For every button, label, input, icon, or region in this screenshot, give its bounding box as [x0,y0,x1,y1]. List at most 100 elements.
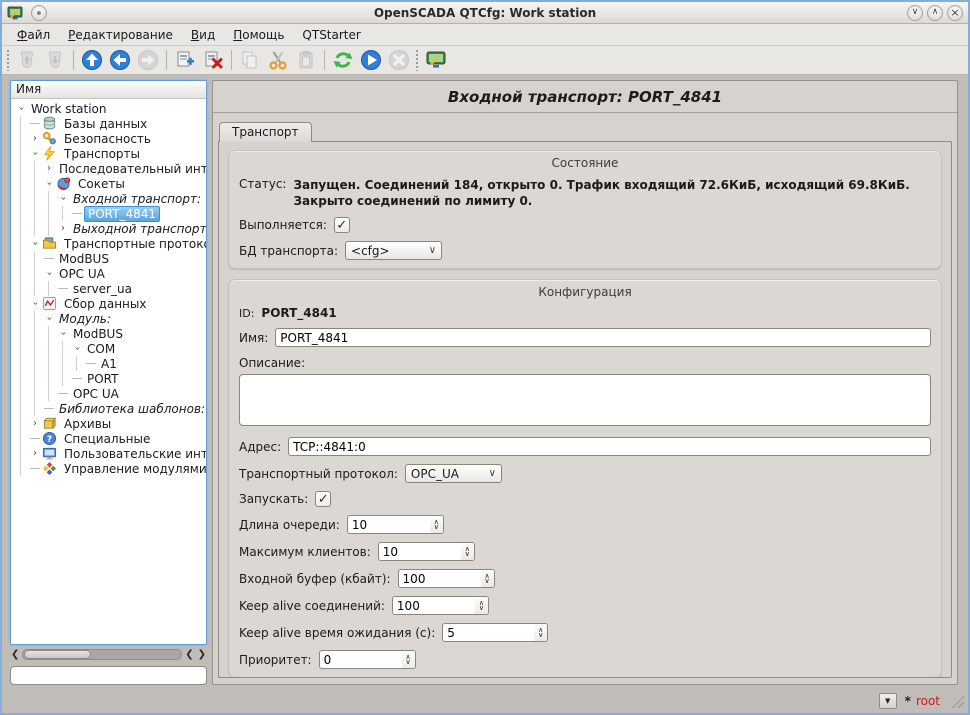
start-checkbox[interactable]: ✓ [315,491,331,507]
add-item-button[interactable] [171,47,199,73]
priority-spinbox[interactable]: ∧∨ [319,650,416,669]
tree-item-output-transport[interactable]: ›Выходной транспорт: [14,221,206,236]
menu-edit[interactable]: Редактирование [59,26,182,44]
menu-help[interactable]: Помощь [224,26,293,44]
expander-icon[interactable]: › [56,221,70,236]
spinner-arrows-icon[interactable]: ∧∨ [461,543,474,560]
expander-icon[interactable]: › [28,446,42,461]
tree-item-modbus-proto[interactable]: ModBUS [14,251,206,266]
input-buffer-spinbox[interactable]: ∧∨ [398,569,495,588]
refresh-button[interactable] [329,47,357,73]
priority-input[interactable] [320,651,402,668]
stop-button[interactable] [385,47,413,73]
tree-item-server-ua[interactable]: server_ua [14,281,206,296]
expander-icon[interactable]: › [42,312,57,326]
tree-search-input[interactable] [10,666,207,685]
save-button[interactable] [41,47,69,73]
tab-transport[interactable]: Транспорт [219,122,312,142]
expander-icon[interactable]: › [56,327,71,341]
tree-item-com[interactable]: ›COM [14,341,206,356]
keepalive-count-spinbox[interactable]: ∧∨ [392,596,489,615]
tree-item-workstation[interactable]: ›Work station [14,101,206,116]
scroll-left-icon[interactable]: ❮ [10,650,20,660]
window-menu-button[interactable] [31,5,47,21]
menu-qtstarter[interactable]: QTStarter [293,26,369,44]
tree-item-daq[interactable]: ›Сбор данных [14,296,206,311]
tree-item-archives[interactable]: ›Архивы [14,416,206,431]
tree-item-port-4841[interactable]: PORT_4841 [14,206,206,221]
running-checkbox[interactable]: ✓ [334,217,350,233]
scroll-left-icon[interactable]: ❮ [184,650,194,660]
scrollbar-track[interactable] [22,649,182,660]
expander-icon[interactable]: › [42,177,57,191]
input-buffer-input[interactable] [399,570,481,587]
name-input[interactable] [275,328,931,347]
tree-item-opcua-daq[interactable]: OPC UA [14,386,206,401]
tree-item-template-lib[interactable]: Библиотека шаблонов: [14,401,206,416]
keepalive-count-input[interactable] [393,597,475,614]
keepalive-timeout-input[interactable] [443,624,534,641]
queue-length-spinbox[interactable]: ∧∨ [347,515,444,534]
resize-grip[interactable] [950,694,964,708]
close-button[interactable]: × [947,5,963,21]
forward-button[interactable] [134,47,162,73]
qtstarter-button[interactable] [422,47,450,73]
spinner-arrows-icon[interactable]: ∧∨ [430,516,443,533]
user-drop-button[interactable]: ▼ [879,693,897,709]
description-textarea[interactable] [239,374,931,426]
tree-item-databases[interactable]: Базы данных [14,116,206,131]
tree-item-user-interfaces[interactable]: ›Пользовательские интерф [14,446,206,461]
tree-item-module[interactable]: ›Модуль: [14,311,206,326]
address-input[interactable] [288,437,931,456]
tree-item-input-transport[interactable]: ›Входной транспорт: [14,191,206,206]
transport-db-combobox[interactable]: <cfg> ∨ [345,241,442,260]
tree-item-transports[interactable]: ›Транспорты [14,146,206,161]
spinner-arrows-icon[interactable]: ∧∨ [534,624,547,641]
cut-button[interactable] [264,47,292,73]
tree-item-modbus-daq[interactable]: ›ModBUS [14,326,206,341]
tree-header[interactable]: Имя [11,81,206,99]
expander-icon[interactable]: › [28,297,43,311]
tree-item-protocols[interactable]: ›Транспортные протоколы [14,236,206,251]
tree-item-special[interactable]: ?Специальные [14,431,206,446]
expander-icon[interactable]: › [14,102,29,116]
max-clients-input[interactable] [379,543,461,560]
tree-item-security[interactable]: ›Безопасность [14,131,206,146]
menu-view[interactable]: Вид [182,26,224,44]
expander-icon[interactable]: › [70,342,85,356]
load-button[interactable] [13,47,41,73]
toolbar-handle[interactable] [6,49,11,71]
copy-button[interactable] [236,47,264,73]
scrollbar-thumb[interactable] [24,650,90,659]
expander-icon[interactable]: › [56,192,71,206]
expander-icon[interactable]: › [28,147,43,161]
up-button[interactable] [78,47,106,73]
keepalive-timeout-spinbox[interactable]: ∧∨ [442,623,548,642]
max-clients-spinbox[interactable]: ∧∨ [378,542,475,561]
expander-icon[interactable]: › [42,267,57,281]
expander-icon[interactable]: › [28,416,42,431]
tree-item-port[interactable]: PORT [14,371,206,386]
toolbar-handle[interactable] [415,49,420,71]
spinner-arrows-icon[interactable]: ∧∨ [475,597,488,614]
maximize-button[interactable]: ∧ [927,5,943,21]
start-button[interactable] [357,47,385,73]
expander-icon[interactable]: › [28,237,43,251]
delete-item-button[interactable] [199,47,227,73]
scroll-right-icon[interactable]: ❯ [197,650,207,660]
tree-item-module-management[interactable]: Управление модулями [14,461,206,476]
minimize-button[interactable]: ∨ [907,5,923,21]
tree-item-opcua-proto[interactable]: ›OPC UA [14,266,206,281]
menu-file[interactable]: Файл [8,26,59,44]
spinner-arrows-icon[interactable]: ∧∨ [402,651,415,668]
tree-item-a1[interactable]: A1 [14,356,206,371]
expander-icon[interactable]: › [28,131,42,146]
protocol-combobox[interactable]: OPC_UA ∨ [405,464,502,483]
tree-item-sockets[interactable]: ›Сокеты [14,176,206,191]
paste-button[interactable] [292,47,320,73]
expander-icon[interactable]: › [42,161,56,176]
spinner-arrows-icon[interactable]: ∧∨ [481,570,494,587]
back-button[interactable] [106,47,134,73]
queue-length-input[interactable] [348,516,430,533]
tree-item-serial[interactable]: ›Последовательный интерф [14,161,206,176]
